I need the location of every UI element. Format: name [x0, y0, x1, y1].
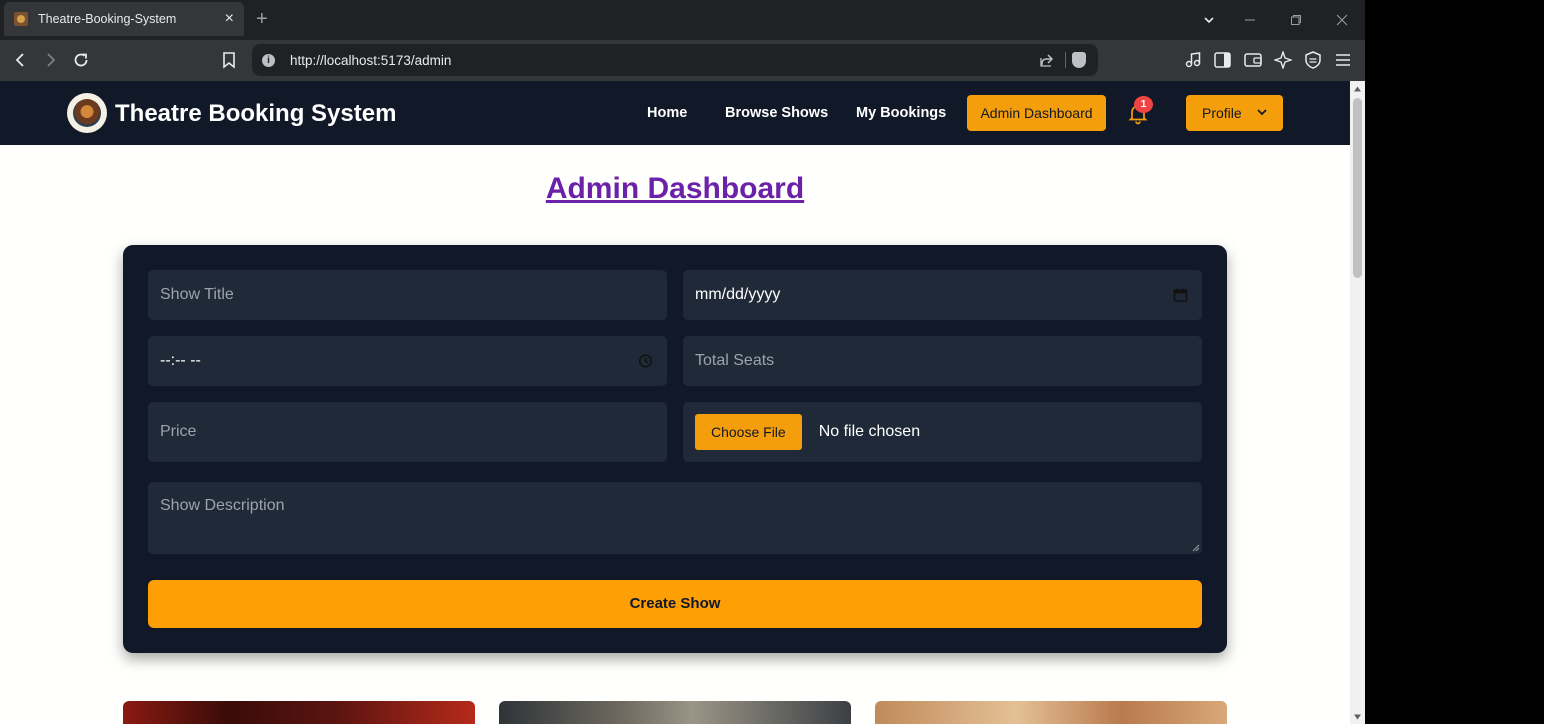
theatre-logo-icon[interactable]	[67, 93, 107, 133]
page-scrollbar[interactable]	[1350, 81, 1365, 724]
menu-icon[interactable]	[1335, 53, 1351, 67]
omnibox-separator	[1065, 52, 1066, 68]
total-seats-input[interactable]: Total Seats	[683, 336, 1202, 386]
show-card-image[interactable]	[123, 701, 475, 724]
calendar-icon[interactable]	[1173, 288, 1188, 303]
new-tab-icon[interactable]: +	[256, 8, 268, 30]
address-bar: i http://localhost:5173/admin	[0, 40, 1365, 81]
vpn-shield-icon[interactable]	[1305, 51, 1321, 69]
time-input[interactable]: --:-- --	[148, 336, 667, 386]
theatre-favicon-icon	[14, 12, 28, 26]
tab-title: Theatre-Booking-System	[38, 12, 177, 26]
tab-search-chevron-icon[interactable]	[1203, 14, 1215, 26]
page-viewport: Theatre Booking System Home Browse Shows…	[0, 81, 1350, 724]
scroll-up-icon[interactable]	[1353, 85, 1362, 93]
browser-window: Theatre-Booking-System × + i http://loca…	[0, 0, 1365, 724]
profile-label: Profile	[1202, 105, 1242, 121]
browser-tab[interactable]: Theatre-Booking-System ×	[4, 2, 244, 36]
clock-icon[interactable]	[638, 354, 653, 369]
site-info-icon[interactable]: i	[262, 53, 275, 67]
create-show-button[interactable]: Create Show	[148, 580, 1202, 628]
site-navbar: Theatre Booking System Home Browse Shows…	[0, 81, 1350, 145]
brave-shields-icon[interactable]	[1072, 52, 1086, 68]
file-input[interactable]: Choose File No file chosen	[683, 402, 1202, 462]
minimize-icon[interactable]	[1244, 14, 1256, 26]
choose-file-button[interactable]: Choose File	[695, 414, 802, 450]
share-icon[interactable]	[1039, 52, 1055, 68]
nav-home[interactable]: Home	[647, 104, 687, 122]
nav-my-bookings[interactable]: My Bookings	[856, 104, 946, 122]
price-input[interactable]: Price	[148, 402, 667, 462]
date-value: mm/dd/yyyy	[695, 286, 781, 303]
url-text[interactable]: http://localhost:5173/admin	[290, 53, 1039, 68]
notification-badge: 1	[1134, 96, 1153, 113]
show-card-image[interactable]	[499, 701, 851, 724]
logo-emblem	[73, 99, 101, 127]
sidebar-icon[interactable]	[1214, 52, 1231, 68]
tab-bar: Theatre-Booking-System × +	[0, 0, 1365, 40]
profile-button[interactable]: Profile	[1186, 95, 1283, 131]
forward-icon[interactable]	[42, 52, 58, 68]
close-window-icon[interactable]	[1336, 14, 1348, 26]
back-icon[interactable]	[13, 52, 29, 68]
chevron-down-icon	[1257, 109, 1267, 116]
media-icon[interactable]	[1184, 51, 1202, 69]
show-description-textarea[interactable]: Show Description	[148, 482, 1202, 554]
page-title: Admin Dashboard	[545, 172, 805, 205]
restore-icon[interactable]	[1290, 14, 1302, 26]
file-status: No file chosen	[818, 423, 921, 440]
total-seats-placeholder: Total Seats	[695, 352, 775, 369]
admin-dashboard-button[interactable]: Admin Dashboard	[967, 95, 1106, 131]
omnibox[interactable]: i http://localhost:5173/admin	[252, 44, 1098, 76]
wallet-icon[interactable]	[1244, 52, 1262, 68]
show-title-input[interactable]: Show Title	[148, 270, 667, 320]
screen-background	[1365, 0, 1544, 724]
scroll-down-icon[interactable]	[1353, 713, 1362, 721]
brand-title[interactable]: Theatre Booking System	[115, 99, 396, 129]
description-placeholder: Show Description	[160, 497, 285, 514]
reload-icon[interactable]	[72, 51, 90, 69]
leo-ai-icon[interactable]	[1274, 51, 1292, 69]
bookmark-icon[interactable]	[221, 51, 237, 69]
scroll-thumb[interactable]	[1353, 98, 1362, 278]
create-show-form: Show Title mm/dd/yyyy --:-- -- Total Sea…	[123, 245, 1227, 653]
nav-browse-shows[interactable]: Browse Shows	[725, 104, 828, 122]
show-card-image[interactable]	[875, 701, 1227, 724]
tab-close-icon[interactable]: ×	[225, 11, 234, 27]
time-value: --:-- --	[160, 352, 201, 369]
price-placeholder: Price	[160, 423, 197, 440]
resize-handle-icon[interactable]	[1192, 544, 1200, 552]
show-title-placeholder: Show Title	[160, 286, 234, 303]
date-input[interactable]: mm/dd/yyyy	[683, 270, 1202, 320]
